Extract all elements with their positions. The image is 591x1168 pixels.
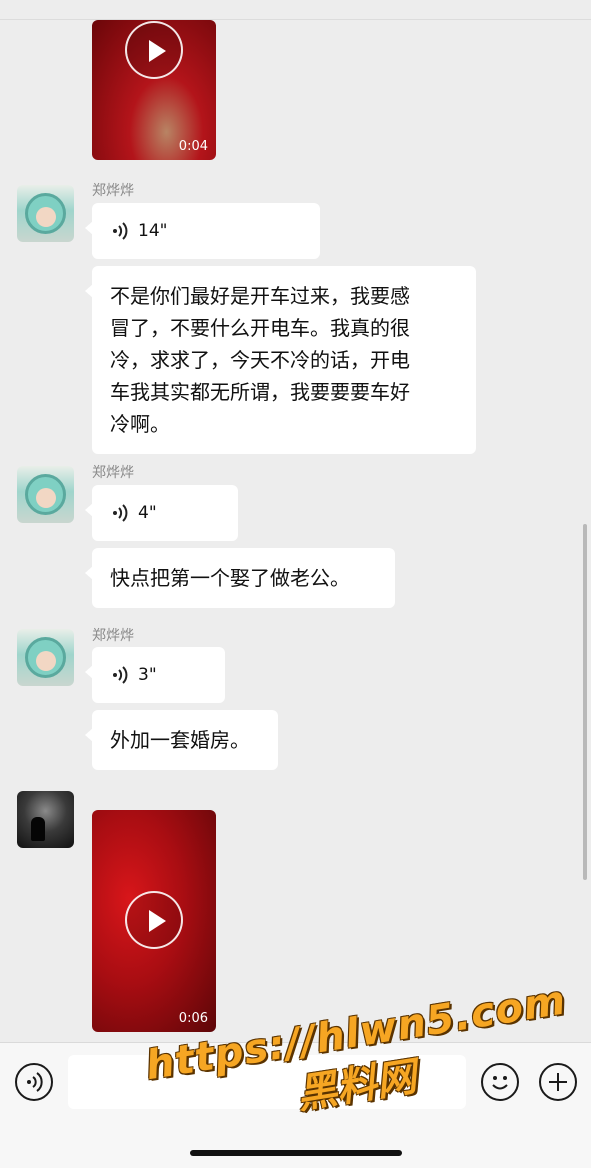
video-duration: 0:06 [178, 1011, 208, 1026]
message-input[interactable] [68, 1055, 466, 1109]
voice-duration: 14" [138, 221, 168, 241]
chat-area[interactable]: 0:04 郑烨烨 14" 不是你们最好是开车过来，我要感 冒了，不要什么开电车。… [0, 20, 591, 1042]
home-indicator[interactable] [190, 1150, 402, 1156]
avatar[interactable] [17, 791, 74, 848]
video-message[interactable]: 0:04 [92, 20, 216, 160]
voice-icon [113, 666, 128, 684]
avatar[interactable] [17, 466, 74, 523]
text-message[interactable]: 外加一套婚房。 [85, 710, 278, 770]
avatar[interactable] [17, 629, 74, 686]
message-line: 冒了，不要什么开电车。我真的很 [110, 316, 410, 340]
voice-mode-button[interactable] [15, 1063, 53, 1101]
voice-mode-icon [27, 1072, 43, 1092]
plus-icon [549, 1073, 567, 1091]
emoji-icon [492, 1076, 508, 1090]
sender-name: 郑烨烨 [92, 628, 134, 644]
message-text: 快点把第一个娶了做老公。 [110, 566, 350, 590]
top-bar [0, 0, 591, 20]
play-icon[interactable] [125, 891, 183, 949]
avatar[interactable] [17, 185, 74, 242]
message-line: 不是你们最好是开车过来，我要感 [110, 284, 410, 308]
voice-message[interactable]: 14" [85, 203, 320, 259]
text-message[interactable]: 不是你们最好是开车过来，我要感 冒了，不要什么开电车。我真的很 冷，求求了，今天… [85, 266, 476, 454]
emoji-button[interactable] [481, 1063, 519, 1101]
add-button[interactable] [539, 1063, 577, 1101]
message-line: 冷，求求了，今天不冷的话，开电 [110, 348, 410, 372]
video-duration: 0:04 [178, 139, 208, 154]
text-message[interactable]: 快点把第一个娶了做老公。 [85, 548, 395, 608]
voice-message[interactable]: 3" [85, 647, 225, 703]
sender-name: 郑烨烨 [92, 465, 134, 481]
message-line: 车我其实都无所谓，我要要要车好 [110, 380, 410, 404]
video-message[interactable]: 0:06 [92, 810, 216, 1032]
sender-name: 郑烨烨 [92, 183, 134, 199]
voice-icon [113, 222, 128, 240]
message-line: 冷啊。 [110, 412, 170, 436]
voice-icon [113, 504, 128, 522]
message-text: 外加一套婚房。 [110, 728, 250, 752]
play-icon[interactable] [125, 21, 183, 79]
voice-duration: 3" [138, 665, 157, 685]
scrollbar[interactable] [583, 524, 587, 880]
voice-message[interactable]: 4" [85, 485, 238, 541]
voice-duration: 4" [138, 503, 157, 523]
